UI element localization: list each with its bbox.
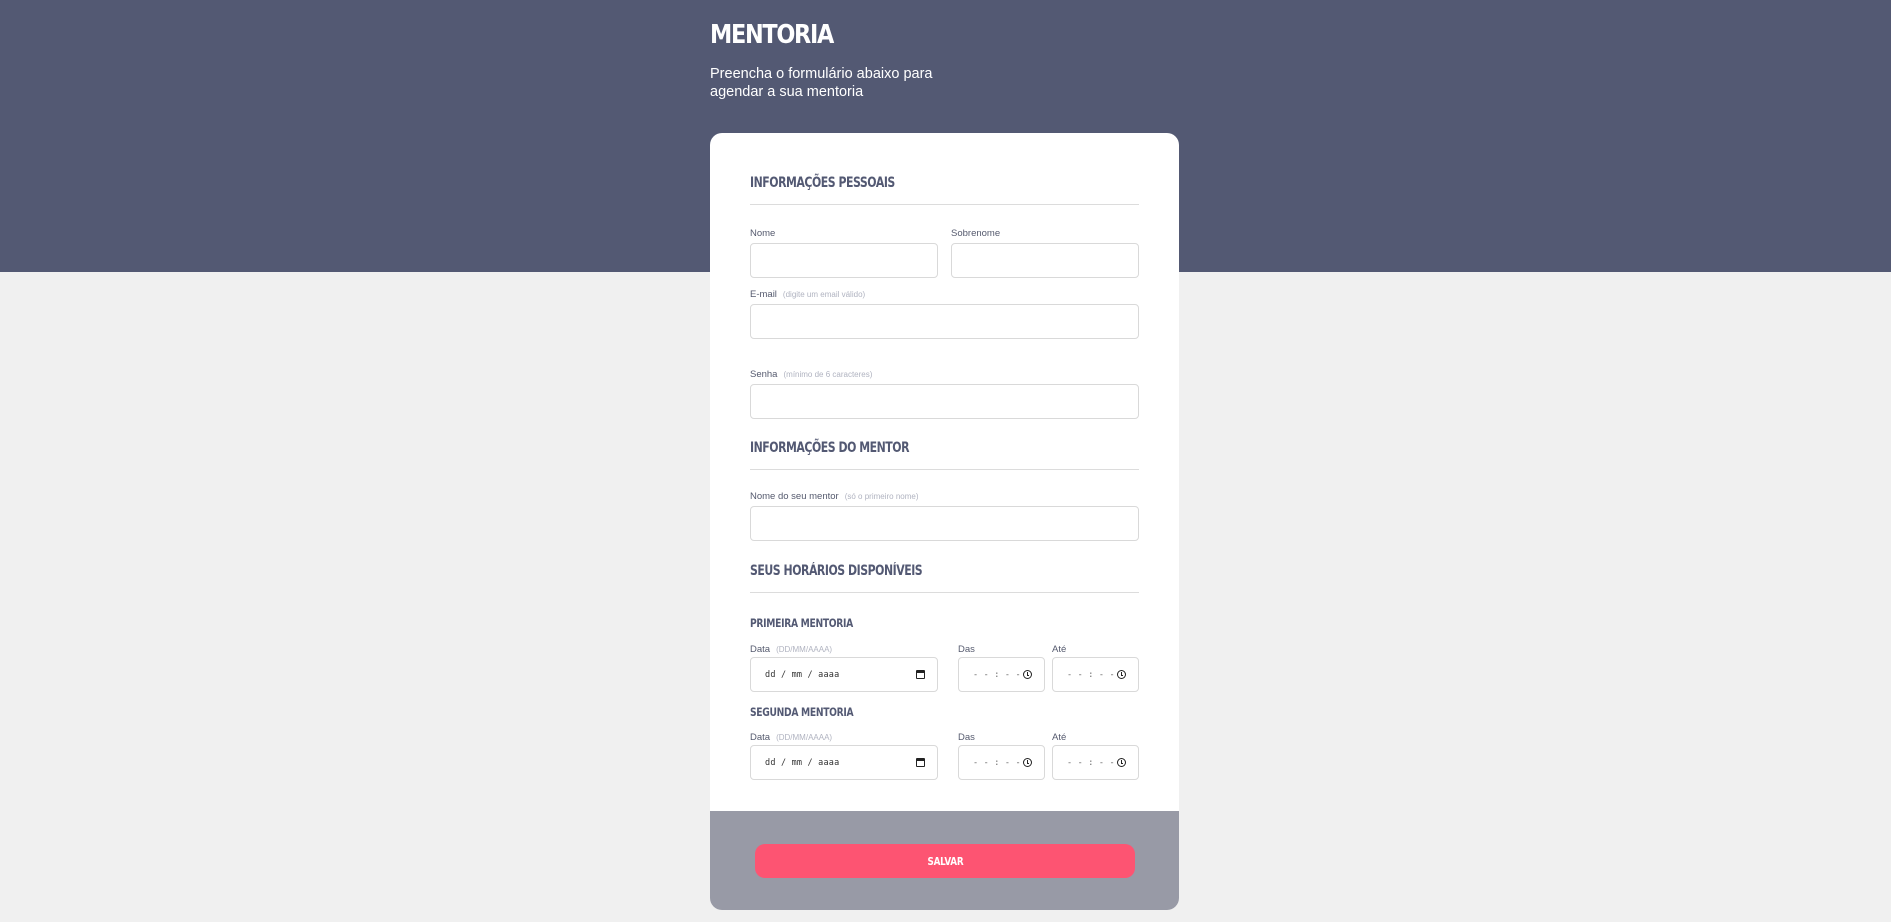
second-from-placeholder: - - : - - [973, 757, 1021, 768]
second-to-time-input[interactable]: - - : - - [1052, 745, 1139, 780]
second-mentoria-title: SEGUNDA MENTORIA [750, 705, 854, 719]
email-hint: (digite um email válido) [782, 290, 866, 299]
email-input[interactable] [750, 304, 1139, 339]
first-date-hint: (DD/MM/AAAA) [776, 645, 833, 654]
mentor-name-label-text: Nome do seu mentor [750, 491, 839, 502]
section-title-mentor: INFORMAÇÕES DO MENTOR [750, 440, 910, 456]
clock-icon[interactable] [1023, 758, 1032, 767]
first-date-label-text: Data [750, 644, 771, 655]
last-name-label: Sobrenome [951, 228, 1001, 239]
second-date-label-text: Data [750, 732, 771, 743]
form-footer: SALVAR [710, 811, 1179, 910]
page-title: MENTORIA [710, 20, 834, 50]
email-label-text: E-mail [750, 289, 777, 300]
first-mentoria-title: PRIMEIRA MENTORIA [750, 616, 853, 630]
first-to-label: Até [1052, 644, 1067, 655]
second-from-label: Das [958, 732, 975, 743]
section-title-personal: INFORMAÇÕES PESSOAIS [750, 175, 895, 191]
second-date-placeholder: dd / mm / aaaa [765, 757, 840, 768]
last-name-input[interactable] [951, 243, 1139, 278]
first-name-input[interactable] [750, 243, 938, 278]
first-from-label: Das [958, 644, 975, 655]
first-date-input[interactable]: dd / mm / aaaa [750, 657, 938, 692]
first-from-placeholder: - - : - - [973, 669, 1021, 680]
first-date-label: Data (DD/MM/AAAA) [750, 644, 832, 655]
calendar-icon[interactable] [916, 758, 925, 767]
first-to-time-input[interactable]: - - : - - [1052, 657, 1139, 692]
save-button-label: SALVAR [927, 854, 963, 868]
divider [750, 469, 1139, 470]
clock-icon[interactable] [1117, 670, 1126, 679]
email-label: E-mail (digite um email válido) [750, 289, 865, 300]
mentor-name-hint: (só o primeiro nome) [844, 492, 919, 501]
first-to-placeholder: - - : - - [1067, 669, 1115, 680]
divider [750, 592, 1139, 593]
first-name-label: Nome [750, 228, 776, 239]
mentor-name-input[interactable] [750, 506, 1139, 541]
password-hint: (mínimo de 6 caracteres) [783, 370, 873, 379]
second-date-label: Data (DD/MM/AAAA) [750, 732, 832, 743]
first-date-placeholder: dd / mm / aaaa [765, 669, 840, 680]
section-title-schedule: SEUS HORÁRIOS DISPONÍVEIS [750, 563, 923, 579]
divider [750, 204, 1139, 205]
page-subtitle: Preencha o formulário abaixo para agenda… [710, 66, 933, 100]
password-label-text: Senha [750, 369, 778, 380]
first-from-time-input[interactable]: - - : - - [958, 657, 1045, 692]
mentor-name-label: Nome do seu mentor (só o primeiro nome) [750, 491, 919, 502]
second-from-time-input[interactable]: - - : - - [958, 745, 1045, 780]
save-button[interactable]: SALVAR [755, 844, 1135, 878]
mentoria-form-card: INFORMAÇÕES PESSOAIS Nome Sobrenome E-ma… [710, 133, 1179, 910]
second-to-placeholder: - - : - - [1067, 757, 1115, 768]
password-label: Senha (mínimo de 6 caracteres) [750, 369, 872, 380]
second-to-label: Até [1052, 732, 1067, 743]
second-date-input[interactable]: dd / mm / aaaa [750, 745, 938, 780]
clock-icon[interactable] [1117, 758, 1126, 767]
second-date-hint: (DD/MM/AAAA) [776, 733, 833, 742]
calendar-icon[interactable] [916, 670, 925, 679]
clock-icon[interactable] [1023, 670, 1032, 679]
password-input[interactable] [750, 384, 1139, 419]
